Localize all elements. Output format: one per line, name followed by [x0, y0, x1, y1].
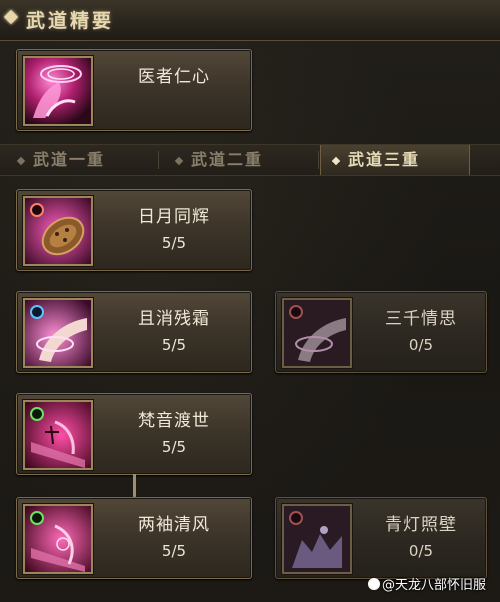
chant-skill-icon — [23, 400, 93, 470]
skill-card-2[interactable]: 且消残霜 5/5 — [16, 291, 252, 373]
tab-divider — [158, 151, 159, 169]
tab-bar: 武道一重 武道二重 武道三重 — [0, 144, 500, 176]
skill-name: 两袖清风 — [138, 515, 210, 535]
skill-card-6[interactable]: 青灯照壁 0/5 — [275, 497, 487, 579]
panel-title: 武道精要 — [26, 10, 115, 32]
tab-wudao-3[interactable]: 武道三重 — [320, 145, 470, 175]
watermark: @天龙八部怀旧服 — [368, 574, 486, 593]
skill-tree-connector — [133, 474, 136, 498]
tab-wudao-1[interactable]: 武道一重 — [16, 145, 158, 175]
skill-level: 0/5 — [408, 542, 434, 560]
skill-card-5[interactable]: 两袖清风 5/5 — [16, 497, 252, 579]
skill-card-3[interactable]: 三千情思 0/5 — [275, 291, 487, 373]
skill-name: 三千情思 — [385, 309, 457, 329]
frost-skill-icon — [23, 298, 93, 368]
tab-label: 武道二重 — [191, 150, 264, 169]
diamond-icon — [331, 156, 341, 165]
sun-moon-skill-icon — [23, 196, 93, 266]
skill-name: 且消残霜 — [138, 309, 210, 329]
skill-card-1[interactable]: 日月同辉 5/5 — [16, 189, 252, 271]
thought-skill-icon — [282, 298, 352, 368]
lamp-skill-icon — [282, 504, 352, 574]
skill-level: 5/5 — [161, 542, 187, 560]
watermark-logo-icon — [368, 578, 380, 590]
skill-card-essence[interactable]: 医者仁心 — [16, 49, 252, 131]
skill-level: 5/5 — [161, 336, 187, 354]
tab-wudao-2[interactable]: 武道二重 — [174, 145, 316, 175]
diamond-icon — [16, 156, 26, 165]
skill-name: 青灯照壁 — [385, 515, 457, 535]
tab-label: 武道三重 — [348, 150, 421, 169]
diamond-icon — [174, 156, 184, 165]
tab-label: 武道一重 — [33, 150, 106, 169]
breeze-skill-icon — [23, 504, 93, 574]
skill-level: 0/5 — [408, 336, 434, 354]
healer-skill-icon — [23, 56, 93, 126]
skill-level: 5/5 — [161, 234, 187, 252]
panel-header: 武道精要 — [0, 0, 500, 41]
tab-divider — [318, 151, 319, 169]
skill-level: 5/5 — [161, 438, 187, 456]
diamond-icon — [3, 9, 19, 25]
skill-name: 日月同辉 — [138, 207, 210, 227]
skill-card-4[interactable]: 梵音渡世 5/5 — [16, 393, 252, 475]
skill-name: 医者仁心 — [138, 67, 210, 87]
skill-name: 梵音渡世 — [138, 411, 210, 431]
watermark-text: @天龙八部怀旧服 — [382, 578, 487, 593]
